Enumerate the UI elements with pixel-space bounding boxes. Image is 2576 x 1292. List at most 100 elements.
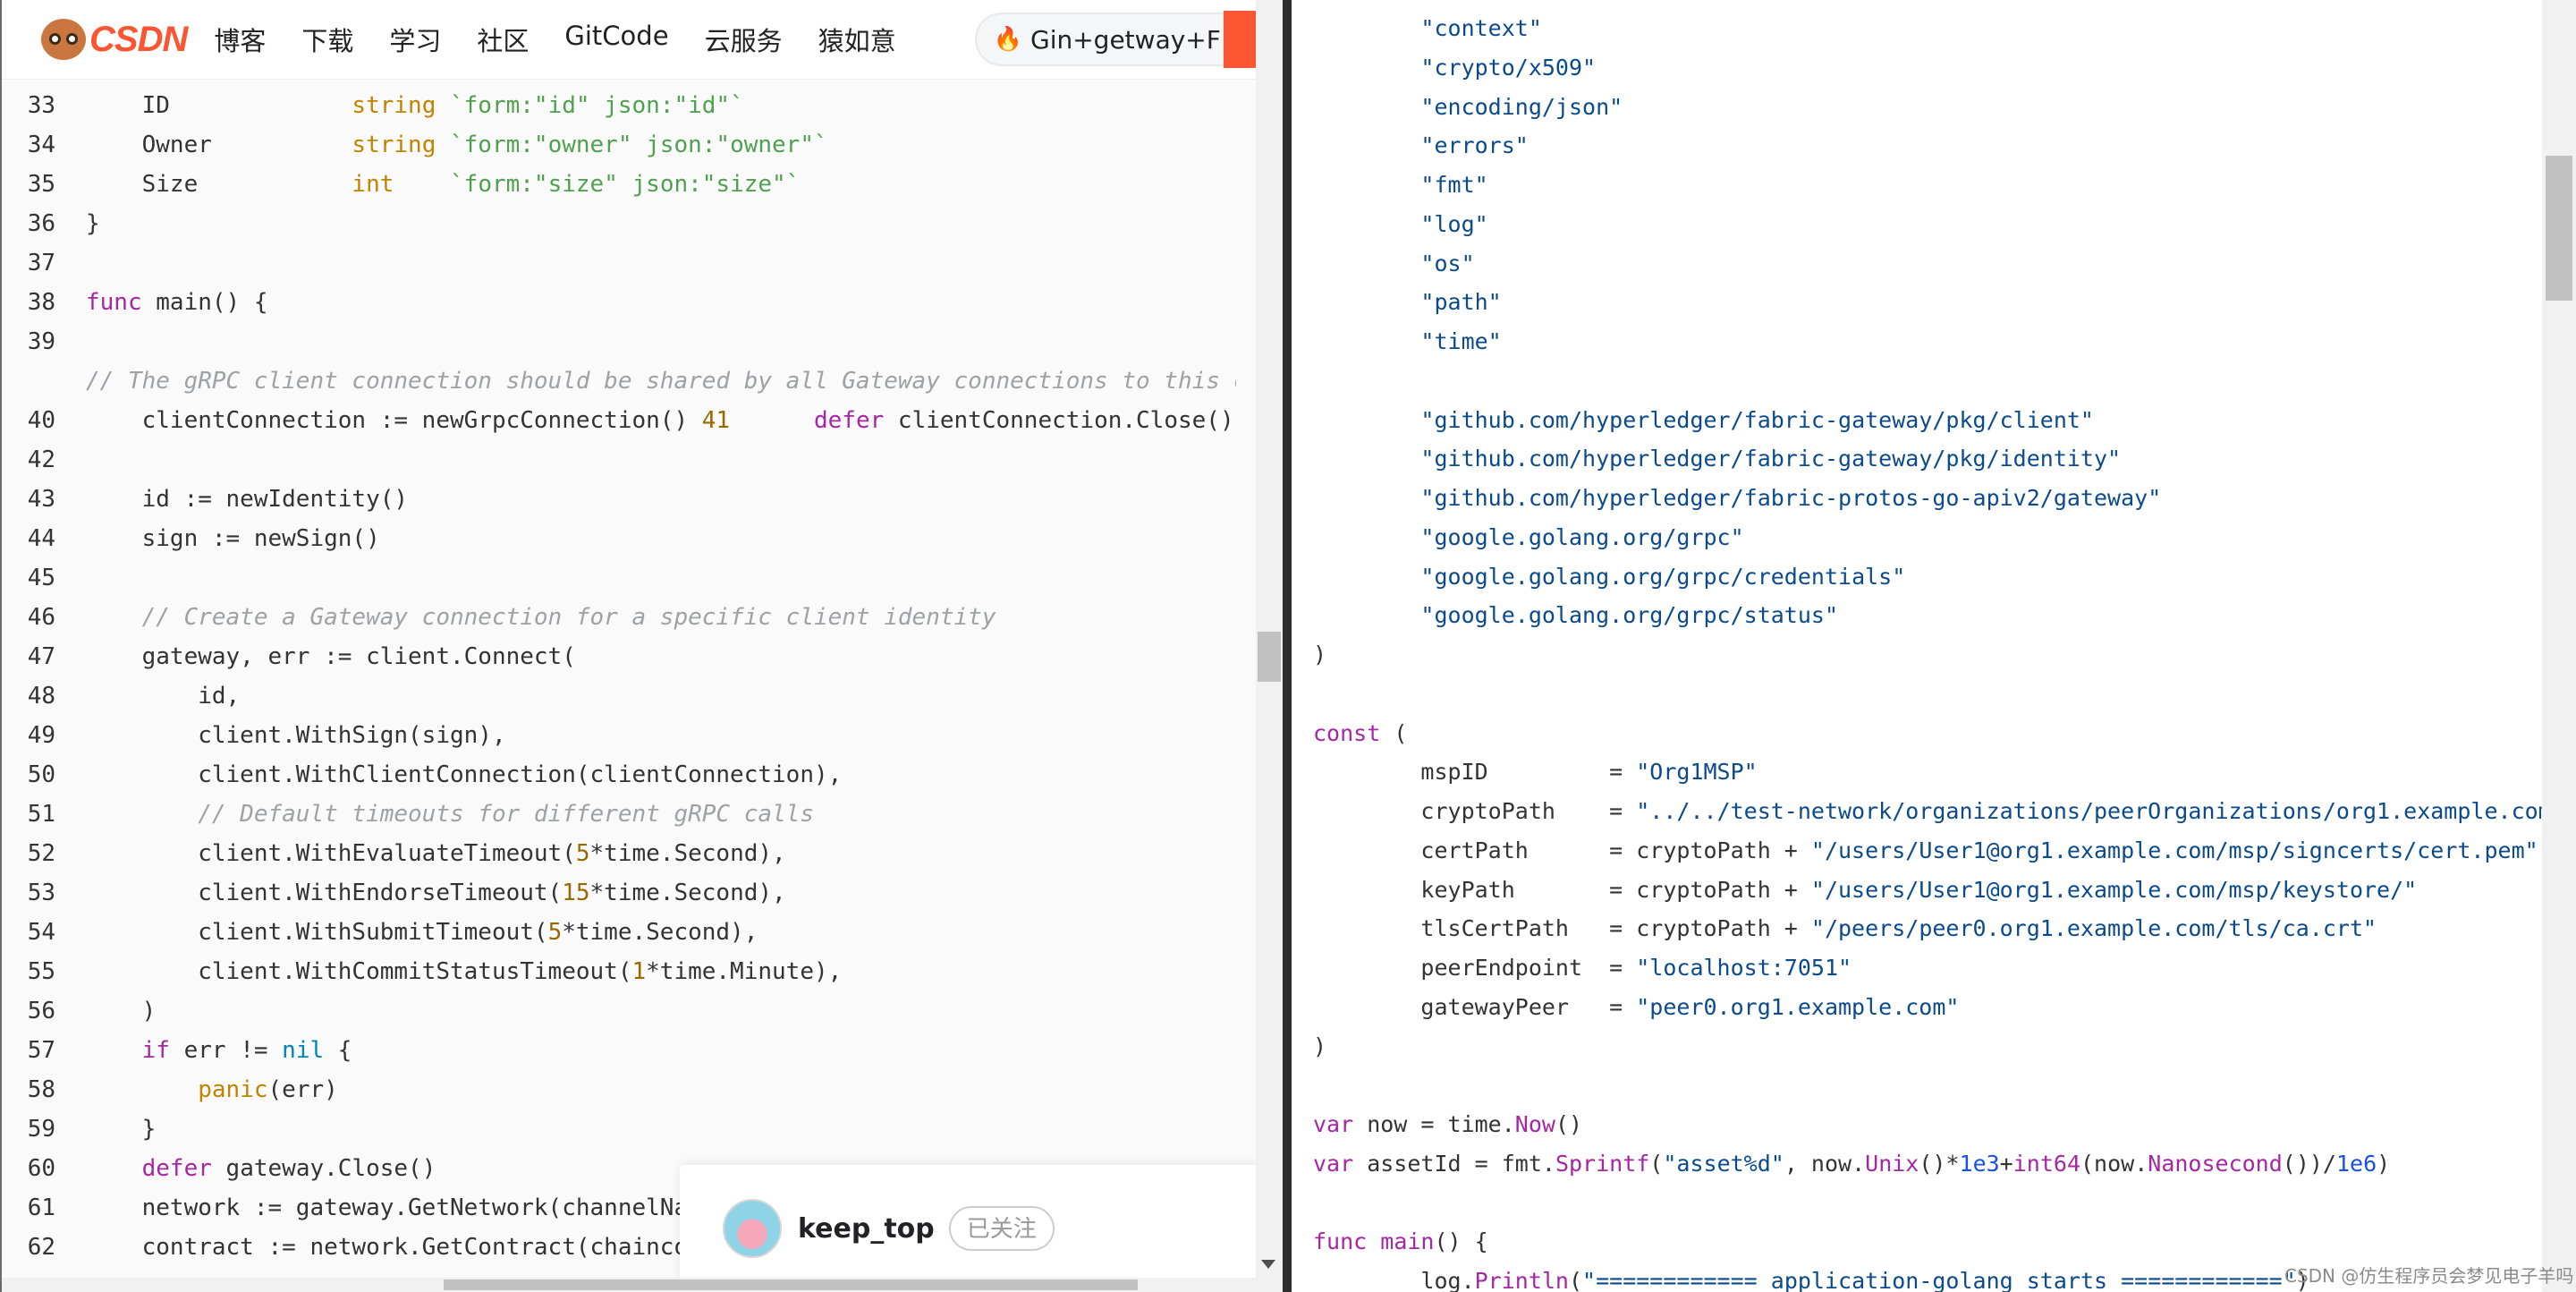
search-input[interactable]: 🔥 Gin+getway+F bbox=[975, 13, 1256, 66]
code-text: // Default timeouts for different gRPC c… bbox=[86, 801, 814, 828]
code-line: gatewayPeer = "peer0.org1.example.com" bbox=[1313, 993, 1960, 1020]
code-text: contract := network.GetContract(chainco bbox=[86, 1234, 689, 1261]
line-number: 60 bbox=[27, 1155, 55, 1182]
code-text: Owner string `form:"owner" json:"owner"` bbox=[86, 132, 828, 158]
right-vertical-scrollbar[interactable] bbox=[2542, 0, 2576, 1292]
left-vscroll-thumb[interactable] bbox=[1258, 632, 1281, 682]
search-button[interactable] bbox=[1224, 11, 1256, 68]
left-browser-pane: CSDN 博客 下载 学习 社区 GitCode 云服务 猿如意 🔥 Gin+getway+… bbox=[0, 0, 1256, 1292]
code-line: "path" bbox=[1420, 289, 1502, 316]
line-number: 53 bbox=[27, 880, 55, 906]
code-text: client.WithClientConnection(clientConnec… bbox=[86, 761, 843, 788]
code-text: clientConnection := newGrpcConnection() … bbox=[86, 407, 1234, 434]
line-number: 59 bbox=[27, 1116, 55, 1143]
nav-item[interactable]: 社区 bbox=[477, 21, 529, 58]
author-card: keep_top 已关注 bbox=[680, 1165, 1256, 1292]
nav-item[interactable]: 下载 bbox=[301, 21, 353, 58]
code-line: "context" bbox=[1420, 15, 1542, 41]
code-line: func main() { bbox=[1313, 1228, 1488, 1255]
line-number: 49 bbox=[27, 722, 55, 749]
line-number: 57 bbox=[27, 1037, 55, 1064]
code-line: "google.golang.org/grpc/credentials" bbox=[1420, 563, 1906, 590]
code-line: "google.golang.org/grpc" bbox=[1420, 523, 1744, 550]
line-number: 35 bbox=[27, 171, 55, 198]
line-number: 43 bbox=[27, 486, 55, 513]
code-line: ) bbox=[1313, 1033, 1327, 1059]
author-name[interactable]: keep_top bbox=[798, 1213, 935, 1245]
code-line: var assetId = fmt.Sprintf("asset%d", now… bbox=[1313, 1150, 2391, 1177]
line-number: 46 bbox=[27, 604, 55, 631]
line-number: 45 bbox=[27, 565, 55, 591]
line-number: 33 bbox=[27, 92, 55, 119]
code-text: client.WithEvaluateTimeout(5*time.Second… bbox=[86, 840, 786, 867]
code-text: } bbox=[86, 210, 100, 237]
code-line: "fmt" bbox=[1420, 172, 1488, 198]
code-line: "time" bbox=[1420, 328, 1502, 354]
scroll-down-arrow-icon[interactable] bbox=[1261, 1260, 1275, 1269]
line-number: 54 bbox=[27, 919, 55, 946]
line-number: 55 bbox=[27, 958, 55, 985]
nav-item[interactable]: 博客 bbox=[214, 21, 266, 58]
left-vertical-scrollbar[interactable] bbox=[1256, 0, 1283, 1292]
screenshot-root: CSDN 博客 下载 学习 社区 GitCode 云服务 猿如意 🔥 Gin+getway+… bbox=[0, 0, 2576, 1292]
code-text: func main() { bbox=[86, 289, 268, 316]
pane-divider[interactable] bbox=[1283, 0, 1292, 1292]
watermark: CSDN @仿生程序员会梦见电子羊吗 bbox=[2284, 1265, 2574, 1287]
code-text: client.WithSubmitTimeout(5*time.Second), bbox=[86, 919, 758, 946]
search-text: Gin+getway+F bbox=[1030, 24, 1221, 55]
nav-item[interactable]: 猿如意 bbox=[818, 21, 896, 58]
line-number: 39 bbox=[27, 328, 55, 355]
code-line: "github.com/hyperledger/fabric-gateway/p… bbox=[1420, 446, 2122, 472]
line-number: 42 bbox=[27, 446, 55, 473]
follow-button[interactable]: 已关注 bbox=[948, 1206, 1055, 1251]
line-number: 56 bbox=[27, 998, 55, 1024]
code-text: Size int `form:"size" json:"size"` bbox=[86, 171, 801, 198]
line-number: 40 bbox=[27, 407, 55, 434]
line-number: 48 bbox=[27, 683, 55, 710]
line-number: 51 bbox=[27, 801, 55, 828]
line-number: 50 bbox=[27, 761, 55, 788]
code-line: mspID = "Org1MSP" bbox=[1313, 759, 1758, 786]
right-code-pane: "context" "crypto/x509" "encoding/json" … bbox=[1292, 0, 2576, 1292]
code-line: ) bbox=[1313, 642, 1327, 667]
code-text: if err != nil { bbox=[141, 1037, 352, 1064]
right-vscroll-thumb[interactable] bbox=[2546, 156, 2572, 301]
code-line: keyPath = cryptoPath + "/users/User1@org… bbox=[1313, 876, 2418, 903]
code-text: client.WithSign(sign), bbox=[86, 722, 506, 749]
code-line: var now = time.Now() bbox=[1313, 1111, 1583, 1137]
code-line: "errors" bbox=[1420, 132, 1529, 159]
code-line: "github.com/hyperledger/fabric-protos-go… bbox=[1420, 485, 2162, 511]
nav-item[interactable]: 云服务 bbox=[705, 21, 783, 58]
code-line: log.Println("============ application-go… bbox=[1313, 1268, 2309, 1292]
left-hscroll-thumb[interactable] bbox=[444, 1279, 1138, 1290]
code-text: ID string `form:"id" json:"id"` bbox=[86, 92, 744, 119]
line-number: 44 bbox=[27, 525, 55, 552]
code-line: const ( bbox=[1313, 719, 1408, 746]
code-text: } bbox=[86, 1116, 157, 1143]
top-nav: 博客 下载 学习 社区 GitCode 云服务 猿如意 bbox=[214, 21, 931, 58]
line-number: 47 bbox=[27, 643, 55, 670]
fire-icon: 🔥 bbox=[993, 26, 1023, 53]
mascot-icon bbox=[41, 19, 86, 60]
code-line: tlsCertPath = cryptoPath + "/peers/peer0… bbox=[1313, 915, 2377, 942]
nav-item[interactable]: 学习 bbox=[389, 21, 441, 58]
avatar[interactable] bbox=[723, 1199, 782, 1258]
line-number: 61 bbox=[27, 1194, 55, 1221]
code-line: "encoding/json" bbox=[1420, 93, 1623, 120]
left-horizontal-scrollbar[interactable] bbox=[2, 1278, 1256, 1292]
line-number: 38 bbox=[27, 289, 55, 316]
line-number: 37 bbox=[27, 250, 55, 276]
nav-item[interactable]: GitCode bbox=[564, 21, 668, 58]
line-number: 52 bbox=[27, 840, 55, 867]
csdn-topbar: CSDN 博客 下载 学习 社区 GitCode 云服务 猿如意 🔥 Gin+getway+… bbox=[2, 0, 1256, 80]
code-text: panic(err) bbox=[198, 1076, 338, 1103]
code-text: ) bbox=[86, 998, 157, 1024]
code-text: id, bbox=[86, 683, 241, 710]
code-text: // Create a Gateway connection for a spe… bbox=[86, 604, 996, 631]
csdn-logo[interactable]: CSDN bbox=[41, 19, 188, 60]
code-text: // The gRPC client connection should be … bbox=[86, 368, 1236, 395]
code-line: cryptoPath = "../../test-network/organiz… bbox=[1313, 798, 2565, 824]
code-line: "google.golang.org/grpc/status" bbox=[1420, 602, 1839, 629]
code-text: client.WithCommitStatusTimeout(1*time.Mi… bbox=[86, 958, 843, 985]
code-text: gateway, err := client.Connect( bbox=[86, 643, 576, 670]
